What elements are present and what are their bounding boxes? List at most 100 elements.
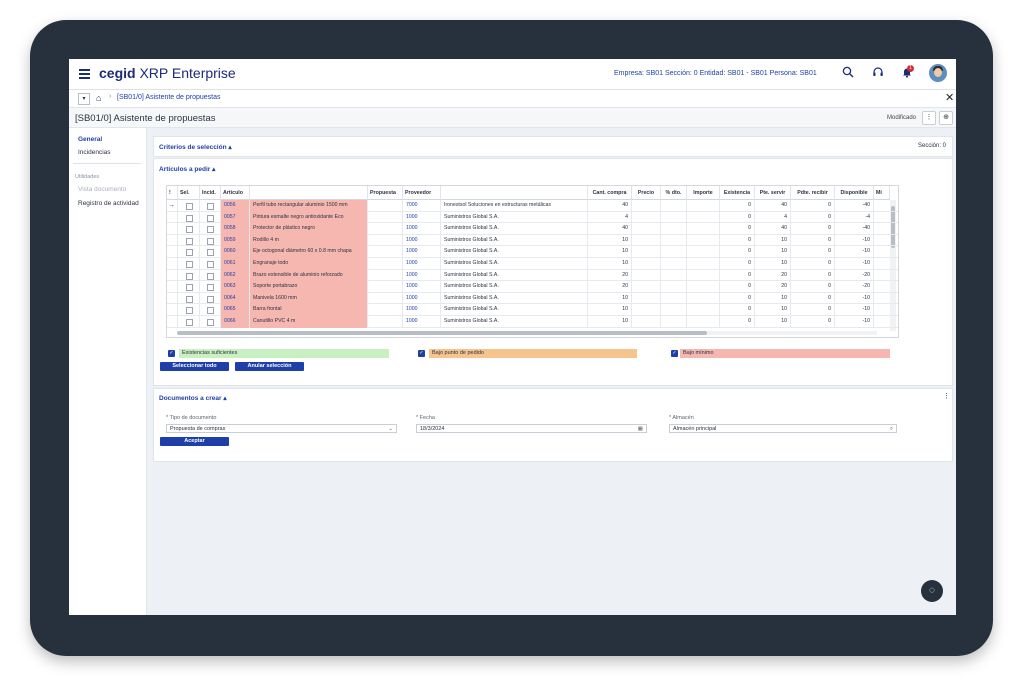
column-header[interactable]: Pte. servir [755,186,791,200]
breadcrumb[interactable]: [SB01/0] Asistente de propuestas [117,94,221,101]
column-header[interactable]: Incid. [200,186,221,200]
row-select-checkbox[interactable] [186,226,193,234]
accept-button[interactable]: Aceptar [160,437,229,446]
article-code[interactable]: 0063 [221,281,250,293]
sidebar-item-general[interactable]: General [78,136,102,143]
article-code[interactable]: 0059 [221,234,250,247]
table-row[interactable]: 0063 Soporte portabrazo 1000 Suministros Gl… [167,281,898,293]
row-select-checkbox[interactable] [186,307,193,315]
column-header[interactable]: Disponible [835,186,874,200]
more-options-icon[interactable]: ⋮ [943,392,950,400]
headset-icon[interactable] [871,66,885,80]
articles-title[interactable]: Artículos a pedir ▴ [159,165,215,173]
provider-code[interactable]: 1000 [403,304,441,316]
avatar[interactable] [929,64,947,82]
column-header[interactable]: Artículo [221,186,250,200]
column-header[interactable]: Importe [687,186,720,200]
article-code[interactable]: 0057 [221,211,250,224]
provider-code[interactable]: 1000 [403,281,441,293]
row-select-checkbox[interactable] [186,249,193,257]
row-select-checkbox[interactable] [186,203,193,210]
row-select-checkbox[interactable] [186,295,193,303]
provider-code[interactable]: 1000 [403,234,441,247]
article-code[interactable]: 0065 [221,304,250,316]
row-incidence-checkbox[interactable] [207,203,214,210]
column-header[interactable]: Propuesta [368,186,403,200]
calendar-icon[interactable]: ▦ [638,425,643,434]
clear-selection-button[interactable]: Anular selección [235,362,304,371]
row-incidence-checkbox[interactable] [207,284,214,292]
horizontal-scrollbar[interactable] [177,331,877,335]
chevron-down-icon[interactable]: ▾ [78,93,90,105]
column-header[interactable]: Proveedor [403,186,441,200]
provider-code[interactable]: 1000 [403,269,441,282]
row-incidence-checkbox[interactable] [207,319,214,326]
row-select-checkbox[interactable] [186,319,193,326]
column-header[interactable] [250,186,368,200]
table-row[interactable]: 0066 Canutillo PVC 4 m 1000 Suministros Glo… [167,316,898,328]
table-row[interactable]: 0059 Rodillo 4 m 1000 Suministros Global S.… [167,234,898,247]
home-icon[interactable]: ⌂ [96,93,101,103]
close-icon[interactable]: ✕ [945,91,954,104]
row-incidence-checkbox[interactable] [207,272,214,280]
column-header[interactable] [441,186,588,200]
table-row[interactable]: 0064 Manivela 1600 mm 1000 Suministros Glob… [167,292,898,305]
article-code[interactable]: 0056 [221,200,250,212]
criteria-title[interactable]: Criterios de selección ▴ [159,143,232,151]
column-header[interactable]: Existencia [720,186,755,200]
warehouse-field[interactable]: Almacén principal ⌕ [669,424,897,433]
row-incidence-checkbox[interactable] [207,237,214,245]
article-code[interactable]: 0061 [221,258,250,270]
row-incidence-checkbox[interactable] [207,214,214,222]
table-row[interactable]: 0060 Eje octogonal diámetro 60 x 0.8 mm c… [167,246,898,258]
row-select-checkbox[interactable] [186,237,193,245]
menu-icon[interactable] [79,69,90,79]
column-header[interactable]: Sel. [178,186,200,200]
row-incidence-checkbox[interactable] [207,226,214,234]
legend-checkbox-minimum[interactable]: ✓ [671,350,678,357]
provider-code[interactable]: 1000 [403,246,441,258]
row-select-checkbox[interactable] [186,214,193,222]
provider-code[interactable]: 1000 [403,223,441,235]
table-row[interactable]: 0065 Barra frontal 1000 Suministros Global … [167,304,898,316]
row-incidence-checkbox[interactable] [207,295,214,303]
article-code[interactable]: 0058 [221,223,250,235]
settings-icon[interactable]: ⊕ [939,111,953,125]
row-select-checkbox[interactable] [186,261,193,268]
article-code[interactable]: 0066 [221,316,250,328]
doc-type-select[interactable]: Propuesta de compras ⌄ [166,424,397,433]
more-options-icon[interactable]: ⋮ [922,111,936,125]
article-code[interactable]: 0064 [221,292,250,305]
date-field[interactable]: 18/3/2024 ▦ [416,424,647,433]
documents-title[interactable]: Documentos a crear ▴ [159,394,227,402]
article-code[interactable]: 0062 [221,269,250,282]
provider-code[interactable]: 1000 [403,211,441,224]
table-row[interactable]: 0057 Pintura esmalte negro antioxidante E… [167,211,898,224]
table-row[interactable]: 0058 Protector de plástico negro 1000 Sumin… [167,223,898,235]
legend-checkbox-sufficient[interactable]: ✓ [168,350,175,357]
sidebar-item-registro[interactable]: Registro de actividad [78,200,139,207]
table-row[interactable]: 0062 Brazo extensible de aluminio reforza… [167,269,898,282]
article-code[interactable]: 0060 [221,246,250,258]
context-info[interactable]: Empresa: SB01 Sección: 0 Entidad: SB01 -… [614,70,817,77]
column-header[interactable]: ! [167,186,178,200]
row-select-checkbox[interactable] [186,284,193,292]
column-header[interactable]: Pdte. recibir [791,186,835,200]
select-all-button[interactable]: Seleccionar todo [160,362,229,371]
column-header[interactable]: Cant. compra [588,186,632,200]
provider-code[interactable]: 7000 [403,200,441,212]
column-header[interactable]: Precio [632,186,661,200]
column-header[interactable]: Mí [874,186,890,200]
sidebar-item-incidencias[interactable]: Incidencias [78,149,111,156]
column-header[interactable]: % dto. [661,186,687,200]
legend-checkbox-reorder[interactable]: ✓ [418,350,425,357]
provider-code[interactable]: 1000 [403,258,441,270]
search-icon[interactable] [841,66,855,80]
chat-icon[interactable]: ◌ [921,580,943,602]
row-incidence-checkbox[interactable] [207,261,214,268]
table-row[interactable]: 0061 Engranaje todo 1000 Suministros Global… [167,258,898,270]
row-incidence-checkbox[interactable] [207,249,214,257]
provider-code[interactable]: 1000 [403,316,441,328]
row-incidence-checkbox[interactable] [207,307,214,315]
table-row[interactable]: → 0056 Perfil tubo rectangular aluminio 15… [167,200,898,212]
